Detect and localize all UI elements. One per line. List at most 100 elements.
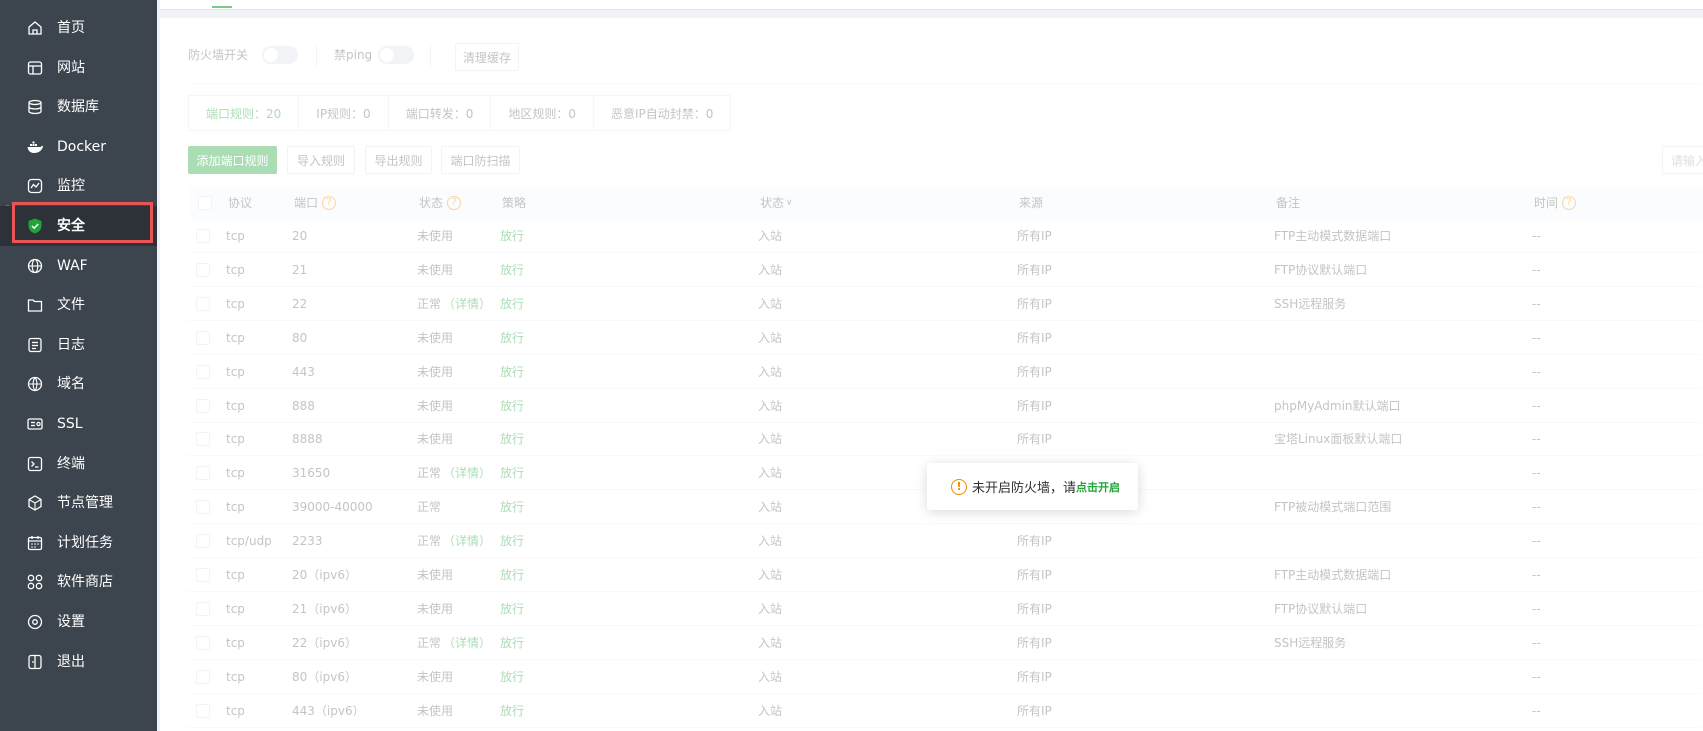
cell-direction: 入站 <box>758 534 783 549</box>
detail-link[interactable]: （详情） <box>443 524 491 558</box>
row-checkbox[interactable] <box>196 466 210 481</box>
detail-link[interactable]: （详情） <box>443 626 491 660</box>
th-status[interactable]: 状态? <box>419 187 462 219</box>
detail-link[interactable]: （详情） <box>443 287 491 321</box>
sidebar-item[interactable]: SSL <box>0 404 157 444</box>
clear-cache-button[interactable]: 清理缓存 <box>455 43 519 71</box>
cell-strategy: 放行 <box>500 601 525 616</box>
th-time[interactable]: 时间? <box>1534 187 1577 219</box>
row-checkbox[interactable] <box>196 229 210 243</box>
sidebar-item[interactable]: 网站 <box>0 48 157 88</box>
table-header: 协议 端口? 状态? 策略 状态 ∨ 来源 备注 时间? <box>190 187 1703 219</box>
cell-source: 所有IP <box>1017 568 1052 582</box>
row-checkbox[interactable] <box>196 568 210 582</box>
rule-tab[interactable]: 地区规则：0 <box>491 96 594 130</box>
port-scan-protect-button[interactable]: 端口防扫描 <box>441 146 520 174</box>
row-checkbox[interactable] <box>196 635 210 650</box>
th-direction[interactable]: 状态 ∨ <box>760 187 793 219</box>
cell-status: 未使用 <box>417 703 454 718</box>
rule-tab[interactable]: IP规则：0 <box>299 96 389 130</box>
calendar-icon <box>26 534 44 552</box>
sidebar-item[interactable]: 节点管理 <box>0 483 157 523</box>
sidebar-item-label: 域名 <box>57 376 85 393</box>
cell-direction: 入站 <box>758 330 783 345</box>
cell-time: -- <box>1532 229 1541 243</box>
rule-tab[interactable]: 端口规则：20 <box>189 96 300 130</box>
cell-port: 80（ipv6） <box>292 669 357 684</box>
sidebar-item[interactable]: 终端 <box>0 444 157 484</box>
sidebar-item[interactable]: 文件 <box>0 285 157 325</box>
sidebar-item[interactable]: 软件商店 <box>0 562 157 602</box>
sidebar-item-label: 退出 <box>57 653 85 670</box>
th-remark: 备注 <box>1276 196 1301 210</box>
firewall-switch-label: 防火墙开关 <box>188 48 249 62</box>
row-checkbox[interactable] <box>196 330 210 345</box>
sidebar-item[interactable]: 域名 <box>0 364 157 404</box>
table-row: tcp 888 未使用 放行 入站 所有IP phpMyAdmin默认端口 -- <box>188 389 1701 423</box>
cell-status: 正常 <box>417 534 442 549</box>
sidebar-item[interactable]: Docker <box>0 127 157 167</box>
rule-tab[interactable]: 端口转发：0 <box>389 96 492 130</box>
row-checkbox[interactable] <box>196 703 210 718</box>
export-rules-button[interactable]: 导出规则 <box>365 146 432 174</box>
cell-status: 正常 <box>417 466 442 481</box>
row-checkbox[interactable] <box>196 398 210 413</box>
enable-firewall-link[interactable]: 点击开启 <box>1076 479 1120 495</box>
import-rules-button[interactable]: 导入规则 <box>287 146 355 174</box>
sidebar-item[interactable]: WAF <box>0 246 157 286</box>
help-icon[interactable]: ? <box>447 196 462 210</box>
cell-remark: phpMyAdmin默认端口 <box>1274 398 1401 413</box>
row-checkbox[interactable] <box>196 534 210 549</box>
sidebar-item[interactable]: 设置 <box>0 602 157 642</box>
chevron-down-icon[interactable]: ∨ <box>786 187 793 219</box>
sidebar-item-label: 节点管理 <box>57 495 113 512</box>
sidebar-item[interactable]: 监控 <box>0 166 157 206</box>
add-port-rule-button[interactable]: 添加端口规则 <box>188 146 277 174</box>
sidebar-item[interactable]: 数据库 <box>0 87 157 127</box>
divider <box>316 46 317 66</box>
row-checkbox[interactable] <box>196 500 210 515</box>
main-area: 防火墙开关 禁ping 清理缓存 端口规则：20 IP规则：0 端口转发：0 地区规则… <box>157 0 1703 731</box>
cell-status: 未使用 <box>417 669 454 684</box>
row-checkbox[interactable] <box>196 432 210 447</box>
table-row: tcp 20（ipv6） 未使用 放行 入站 所有IP FTP主动模式数据端口 -- <box>188 558 1701 592</box>
cell-direction: 入站 <box>758 398 783 413</box>
cell-status: 正常 <box>417 500 442 515</box>
cell-remark: SSH远程服务 <box>1274 635 1347 650</box>
search-input[interactable]: 请输入... <box>1662 146 1703 174</box>
sidebar-item[interactable]: 计划任务 <box>0 523 157 563</box>
row-checkbox[interactable] <box>196 262 210 277</box>
table-row: tcp 8888 未使用 放行 入站 所有IP 宝塔Linux面板默认端口 -- <box>188 422 1701 457</box>
cell-time: -- <box>1532 466 1541 481</box>
th-port[interactable]: 端口? <box>294 187 337 219</box>
cell-remark: FTP被动模式端口范围 <box>1274 500 1392 515</box>
help-icon[interactable]: ? <box>1562 196 1577 210</box>
cell-direction: 入站 <box>758 296 783 311</box>
sidebar-item[interactable]: 退出 <box>0 642 157 682</box>
cell-port: 8888 <box>292 432 323 447</box>
firewall-switch[interactable] <box>262 46 298 64</box>
help-icon[interactable]: ? <box>322 196 337 210</box>
rule-tabs: 端口规则：20 IP规则：0 端口转发：0 地区规则：0 恶意IP自动封禁：0 <box>188 95 732 131</box>
ping-switch-label: 禁ping <box>334 48 373 62</box>
sidebar-item[interactable]: 首页 <box>0 8 157 48</box>
row-checkbox[interactable] <box>196 296 210 311</box>
cell-status: 未使用 <box>417 364 454 379</box>
select-all-checkbox[interactable] <box>198 196 212 210</box>
sidebar-item[interactable]: 安全 <box>0 206 157 246</box>
row-checkbox[interactable] <box>196 601 210 616</box>
detail-link[interactable]: （详情） <box>443 456 491 490</box>
cell-protocol: tcp <box>226 635 245 650</box>
home-icon <box>26 19 44 37</box>
rule-tab[interactable]: 恶意IP自动封禁：0 <box>594 96 730 130</box>
cell-status: 未使用 <box>417 330 454 345</box>
cell-direction: 入站 <box>758 432 783 447</box>
row-checkbox[interactable] <box>196 669 210 684</box>
ping-switch[interactable] <box>378 46 414 64</box>
sidebar-item[interactable]: 日志 <box>0 325 157 365</box>
cell-port: 22 <box>292 296 308 311</box>
logout-icon <box>26 653 44 671</box>
row-checkbox[interactable] <box>196 364 210 379</box>
cell-time: -- <box>1532 703 1541 718</box>
cell-remark: FTP协议默认端口 <box>1274 262 1368 277</box>
